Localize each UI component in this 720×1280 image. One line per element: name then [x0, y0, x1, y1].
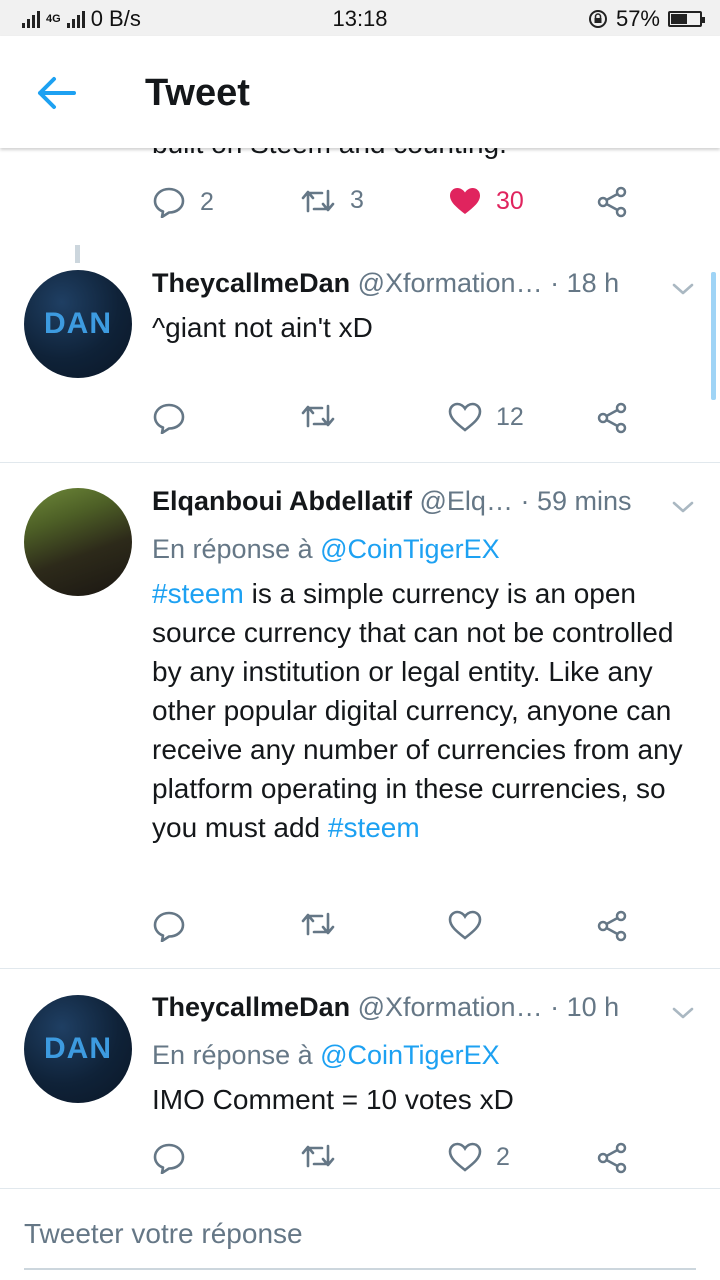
retweet-button[interactable]	[300, 402, 336, 430]
tweet-text: #steem is a simple currency is an open s…	[152, 574, 697, 847]
retweet-button[interactable]: 3	[300, 186, 364, 215]
page-title: Tweet	[145, 72, 250, 114]
prev-tweet-actions: 2 3 30	[152, 186, 632, 226]
user-name[interactable]: TheycallmeDan	[152, 992, 350, 1022]
like-button[interactable]: 2	[448, 1142, 510, 1172]
like-button[interactable]	[448, 910, 482, 940]
avatar[interactable]: DAN	[24, 270, 132, 378]
tweet-time: · 59 mins	[520, 486, 632, 516]
tweet-actions	[152, 910, 632, 950]
tweet-text: ^giant not ain't xD	[152, 312, 373, 343]
reply-button[interactable]: 2	[152, 186, 214, 218]
input-underline	[24, 1268, 696, 1270]
user-name[interactable]: Elqanboui Abdellatif	[152, 486, 412, 516]
tweet-reply-3[interactable]: DAN TheycallmeDan @Xformation… · 10 h En…	[0, 982, 720, 1188]
reply-context: En réponse à @CoinTigerEX	[152, 534, 500, 565]
tweet-time: · 18 h	[550, 268, 620, 298]
share-button[interactable]	[596, 1142, 628, 1174]
battery-percent: 57%	[615, 6, 660, 31]
reply-input[interactable]: Tweeter votre réponse	[24, 1218, 303, 1250]
retweet-icon	[301, 189, 335, 212]
tweet-actions: 2	[152, 1142, 632, 1182]
like-button[interactable]: 30	[448, 186, 524, 216]
retweet-button[interactable]	[300, 1142, 336, 1170]
like-count: 30	[496, 186, 524, 215]
reply-button[interactable]	[152, 910, 186, 942]
back-button[interactable]	[34, 74, 78, 112]
reply-to-link[interactable]: @CoinTigerEX	[320, 534, 499, 564]
share-icon	[597, 186, 627, 218]
reply-icon	[153, 1143, 185, 1174]
reply-to-link[interactable]: @CoinTigerEX	[320, 1040, 499, 1070]
tweet-reply-2[interactable]: Elqanboui Abdellatif @Elq… · 59 mins En …	[0, 476, 720, 968]
divider	[0, 1188, 720, 1189]
chevron-down-icon[interactable]	[670, 498, 696, 516]
share-icon	[597, 402, 627, 434]
compose-bar: Tweeter votre réponse	[0, 1188, 720, 1280]
tweet-text-body: is a simple currency is an open source c…	[152, 578, 683, 843]
like-button[interactable]: 12	[448, 402, 524, 432]
status-bar: 4G 0 B/s 13:18 57%	[0, 0, 720, 36]
hashtag-link[interactable]: #steem	[328, 812, 420, 843]
hashtag-link[interactable]: #steem	[152, 578, 244, 609]
share-icon	[597, 910, 627, 942]
tweet-actions: 12	[152, 402, 632, 442]
retweet-icon	[301, 912, 335, 936]
heart-icon	[448, 1142, 482, 1172]
reply-icon	[153, 403, 185, 434]
divider	[0, 462, 720, 463]
heart-filled-icon	[450, 188, 480, 214]
rotation-lock-icon	[588, 10, 607, 28]
retweet-icon	[301, 404, 335, 428]
share-button[interactable]	[596, 910, 628, 942]
tweet-header: TheycallmeDan @Xformation… · 10 h	[152, 992, 619, 1023]
like-count: 12	[496, 402, 524, 431]
reply-button[interactable]	[152, 1142, 186, 1174]
user-handle[interactable]: @Xformation…	[358, 992, 543, 1022]
share-button[interactable]	[596, 186, 628, 218]
tweet-text: IMO Comment = 10 votes xD	[152, 1084, 514, 1115]
reply-prefix: En réponse à	[152, 534, 321, 564]
avatar[interactable]: DAN	[24, 995, 132, 1103]
reply-context: En réponse à @CoinTigerEX	[152, 1040, 500, 1071]
reply-count: 2	[200, 187, 214, 216]
avatar-label: DAN	[44, 307, 112, 340]
like-count: 2	[496, 1142, 510, 1171]
tweet-header: Elqanboui Abdellatif @Elq… · 59 mins	[152, 486, 632, 517]
retweet-count: 3	[350, 186, 364, 214]
share-icon	[597, 1142, 627, 1174]
retweet-icon	[301, 1144, 335, 1168]
user-handle[interactable]: @Elq…	[420, 486, 513, 516]
heart-icon	[448, 402, 482, 432]
back-arrow-icon	[38, 77, 76, 109]
tweet-header: TheycallmeDan @Xformation… · 18 h	[152, 268, 619, 299]
divider	[0, 968, 720, 969]
avatar-label: DAN	[44, 1032, 112, 1065]
tweet-reply-1[interactable]: DAN TheycallmeDan @Xformation… · 18 h ^g…	[0, 258, 720, 462]
heart-icon	[448, 910, 482, 940]
battery-icon	[668, 11, 705, 27]
avatar[interactable]	[24, 488, 132, 596]
app-header: Tweet	[0, 36, 720, 148]
chevron-down-icon[interactable]	[670, 1004, 696, 1022]
retweet-button[interactable]	[300, 910, 336, 938]
reply-prefix: En réponse à	[152, 1040, 321, 1070]
share-button[interactable]	[596, 402, 628, 434]
reply-icon	[153, 187, 185, 218]
reply-icon	[153, 911, 185, 942]
chevron-down-icon[interactable]	[670, 280, 696, 298]
reply-button[interactable]	[152, 402, 186, 434]
user-name[interactable]: TheycallmeDan	[152, 268, 350, 298]
tweet-time: · 10 h	[550, 992, 620, 1022]
user-handle[interactable]: @Xformation…	[358, 268, 543, 298]
